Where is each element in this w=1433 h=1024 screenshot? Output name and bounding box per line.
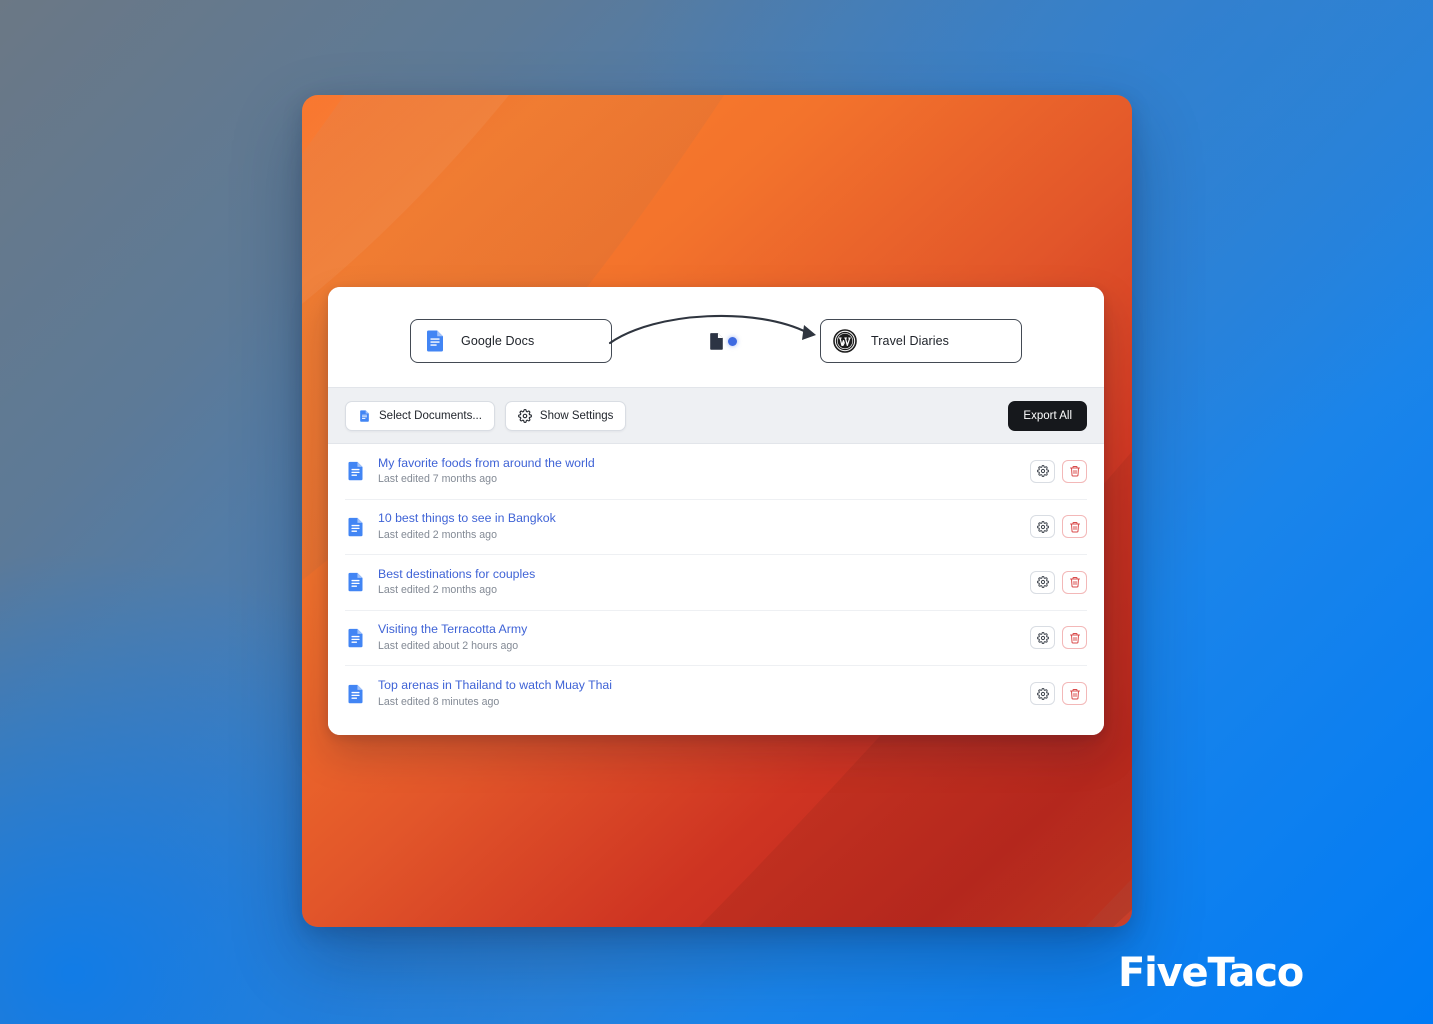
document-text-block: My favorite foods from around the world … — [378, 455, 1018, 488]
document-settings-button[interactable] — [1030, 570, 1055, 594]
document-list-item[interactable]: Visiting the Terracotta Army Last edited… — [345, 611, 1087, 666]
document-list-item[interactable]: Top arenas in Thailand to watch Muay Tha… — [345, 666, 1087, 722]
document-delete-button[interactable] — [1062, 515, 1087, 539]
document-row-actions — [1030, 515, 1087, 539]
flow-diagram-area: Google Docs Travel Diaries — [328, 287, 1104, 387]
document-title-link[interactable]: 10 best things to see in Bangkok — [378, 510, 1018, 527]
trash-icon — [1069, 577, 1080, 588]
transfer-status-dot — [728, 336, 737, 346]
document-delete-button[interactable] — [1062, 570, 1087, 594]
gear-icon — [1036, 520, 1049, 533]
google-docs-icon — [427, 330, 443, 352]
document-settings-button[interactable] — [1030, 626, 1055, 650]
gear-icon — [517, 408, 532, 423]
select-documents-button[interactable]: Select Documents... — [345, 400, 495, 431]
google-docs-icon — [360, 409, 369, 422]
flow-node-target[interactable]: Travel Diaries — [820, 319, 1022, 363]
fivetaco-logo: FiveTaco — [1118, 950, 1304, 996]
gear-icon — [1036, 631, 1049, 644]
document-row-actions — [1030, 570, 1087, 594]
wordpress-icon — [833, 329, 857, 353]
document-last-edited: Last edited 7 months ago — [378, 473, 497, 486]
flow-node-target-label: Travel Diaries — [871, 334, 950, 348]
document-delete-button[interactable] — [1062, 682, 1087, 706]
export-all-button[interactable]: Export All — [1008, 400, 1087, 431]
flow-node-source-label: Google Docs — [461, 334, 535, 348]
flow-node-source[interactable]: Google Docs — [410, 319, 612, 363]
google-docs-icon — [348, 684, 363, 703]
document-title-link[interactable]: My favorite foods from around the world — [378, 455, 1018, 472]
document-title-link[interactable]: Best destinations for couples — [378, 566, 1018, 583]
document-row-actions — [1030, 626, 1087, 650]
document-settings-button[interactable] — [1030, 682, 1055, 706]
show-settings-button[interactable]: Show Settings — [504, 400, 627, 431]
document-text-block: 10 best things to see in Bangkok Last ed… — [378, 510, 1018, 543]
google-docs-icon — [348, 517, 363, 536]
document-last-edited: Last edited 8 minutes ago — [378, 695, 500, 708]
document-text-block: Visiting the Terracotta Army Last edited… — [378, 621, 1018, 654]
document-last-edited: Last edited about 2 hours ago — [378, 639, 519, 652]
action-toolbar: Select Documents... Show Settings Export… — [328, 387, 1104, 444]
flow-transfer-badge — [709, 332, 737, 350]
document-delete-button[interactable] — [1062, 459, 1087, 483]
google-docs-icon — [348, 628, 363, 647]
trash-icon — [1069, 521, 1080, 533]
document-text-block: Top arenas in Thailand to watch Muay Tha… — [378, 677, 1018, 710]
document-list-item[interactable]: 10 best things to see in Bangkok Last ed… — [345, 500, 1087, 555]
document-settings-button[interactable] — [1030, 459, 1055, 483]
gear-icon — [1036, 576, 1049, 589]
select-documents-label: Select Documents... — [379, 409, 482, 422]
document-settings-button[interactable] — [1030, 515, 1055, 539]
document-delete-button[interactable] — [1062, 626, 1087, 650]
document-last-edited: Last edited 2 months ago — [378, 528, 497, 541]
document-row-actions — [1030, 682, 1087, 706]
export-all-label: Export All — [1023, 409, 1072, 422]
document-list-item[interactable]: Best destinations for couples Last edite… — [345, 555, 1087, 611]
document-text-block: Best destinations for couples Last edite… — [378, 566, 1018, 599]
gear-icon — [1036, 465, 1049, 478]
document-row-actions — [1030, 459, 1087, 483]
google-docs-icon — [348, 462, 363, 481]
document-title-link[interactable]: Top arenas in Thailand to watch Muay Tha… — [378, 677, 1018, 694]
document-transfer-icon — [710, 333, 723, 350]
trash-icon — [1069, 688, 1080, 700]
trash-icon — [1069, 632, 1080, 644]
show-settings-label: Show Settings — [539, 409, 614, 422]
document-last-edited: Last edited 2 months ago — [378, 584, 497, 597]
gear-icon — [1036, 687, 1049, 700]
document-title-link[interactable]: Visiting the Terracotta Army — [378, 621, 1018, 638]
document-list-item[interactable]: My favorite foods from around the world … — [345, 444, 1087, 500]
app-window-card: Google Docs Travel Diaries Select Docume… — [328, 287, 1104, 735]
trash-icon — [1069, 466, 1080, 477]
google-docs-icon — [348, 573, 363, 592]
document-list: My favorite foods from around the world … — [328, 444, 1104, 735]
